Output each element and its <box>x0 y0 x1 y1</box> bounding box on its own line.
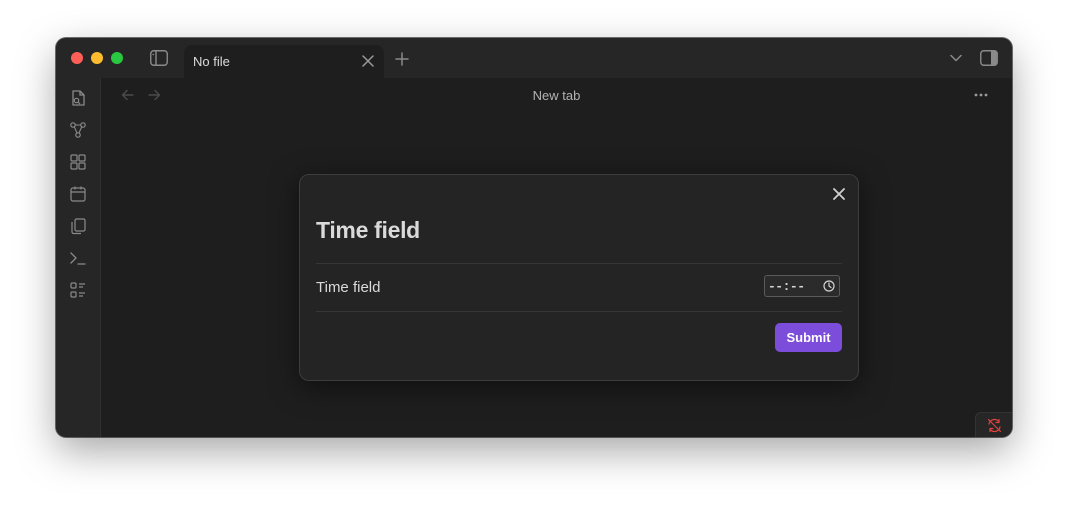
time-field-modal: Time field Time field --:-- Submit <box>299 174 859 381</box>
modal-title: Time field <box>316 217 420 243</box>
list-icon[interactable] <box>68 280 88 300</box>
sync-error-icon[interactable] <box>986 417 1002 433</box>
chevron-down-icon[interactable] <box>949 52 963 64</box>
tab-no-file[interactable]: No file <box>184 45 384 78</box>
templates-icon[interactable] <box>68 216 88 236</box>
graph-icon[interactable] <box>68 120 88 140</box>
tab-title: No file <box>193 54 230 69</box>
toggle-right-sidebar-icon[interactable] <box>979 49 999 67</box>
minimize-window-button[interactable] <box>91 52 103 64</box>
maximize-window-button[interactable] <box>111 52 123 64</box>
calendar-icon[interactable] <box>68 184 88 204</box>
time-field-label: Time field <box>316 279 381 296</box>
close-window-button[interactable] <box>71 52 83 64</box>
time-input[interactable]: --:-- <box>764 275 840 297</box>
title-bar: No file <box>56 38 1012 78</box>
close-modal-icon[interactable] <box>830 185 848 203</box>
canvas-icon[interactable] <box>68 152 88 172</box>
toggle-sidebar-icon[interactable] <box>149 49 169 67</box>
clock-icon[interactable] <box>823 280 835 292</box>
more-options-icon[interactable] <box>973 90 989 100</box>
new-tab-icon[interactable] <box>395 51 409 67</box>
submit-button[interactable]: Submit <box>775 323 842 352</box>
app-window: No file New tab Time field Time field --… <box>56 38 1012 437</box>
sync-status[interactable] <box>975 412 1012 437</box>
divider <box>316 311 842 312</box>
close-tab-icon[interactable] <box>360 53 376 69</box>
view-title: New tab <box>532 88 581 103</box>
divider <box>316 263 842 264</box>
files-icon[interactable] <box>68 88 88 108</box>
ribbon-sidebar <box>56 78 101 437</box>
terminal-icon[interactable] <box>68 248 88 268</box>
main-view: New tab Time field Time field --:-- Subm… <box>101 78 1012 437</box>
time-input-value: --:-- <box>768 279 805 294</box>
